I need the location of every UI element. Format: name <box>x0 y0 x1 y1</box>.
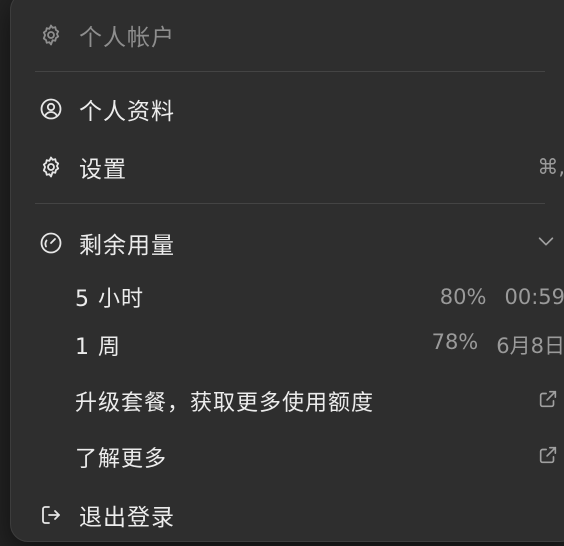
usage-row: 1 周 78% 6月8日 <box>11 323 564 367</box>
menu-item-learn-more-label: 了解更多 <box>75 447 168 472</box>
menu-item-upgrade[interactable]: 升级套餐，获取更多使用额度 <box>11 379 564 423</box>
menu-item-logout-label: 退出登录 <box>79 505 175 531</box>
menu-item-learn-more[interactable]: 了解更多 <box>11 435 564 479</box>
usage-percent: 78% <box>431 330 479 354</box>
settings-shortcut: ⌘, <box>537 155 564 179</box>
menu-item-profile-label: 个人资料 <box>79 99 175 125</box>
usage-percent: 80% <box>439 285 487 309</box>
usage-reset-time: 6月8日 <box>496 334 564 358</box>
gear-icon <box>37 153 65 181</box>
divider <box>35 71 545 72</box>
chevron-down-icon <box>535 230 561 256</box>
account-menu: 个人帐户 个人资料 设置 ⌘, 剩余用量 5 小时 80% 00:59 1 周 … <box>10 0 564 542</box>
divider <box>35 203 545 204</box>
menu-item-settings-label: 设置 <box>79 157 127 183</box>
external-link-icon <box>537 444 563 470</box>
usage-row-label: 5 小时 <box>75 287 144 312</box>
usage-section-toggle[interactable]: 剩余用量 <box>11 221 564 265</box>
usage-reset-time: 00:59 <box>504 285 564 309</box>
logout-icon <box>37 501 65 529</box>
account-header-label: 个人帐户 <box>79 25 175 51</box>
menu-item-settings[interactable]: 设置 ⌘, <box>11 145 564 189</box>
gear-icon <box>37 21 65 49</box>
account-header: 个人帐户 <box>11 13 564 57</box>
usage-row-label: 1 周 <box>75 335 121 360</box>
gauge-icon <box>37 229 65 257</box>
usage-row: 5 小时 80% 00:59 <box>11 275 564 319</box>
external-link-icon <box>537 388 563 414</box>
usage-title: 剩余用量 <box>79 233 175 259</box>
user-circle-icon <box>37 95 65 123</box>
menu-item-logout[interactable]: 退出登录 <box>11 493 564 537</box>
menu-item-profile[interactable]: 个人资料 <box>11 87 564 131</box>
menu-item-upgrade-label: 升级套餐，获取更多使用额度 <box>75 391 375 416</box>
